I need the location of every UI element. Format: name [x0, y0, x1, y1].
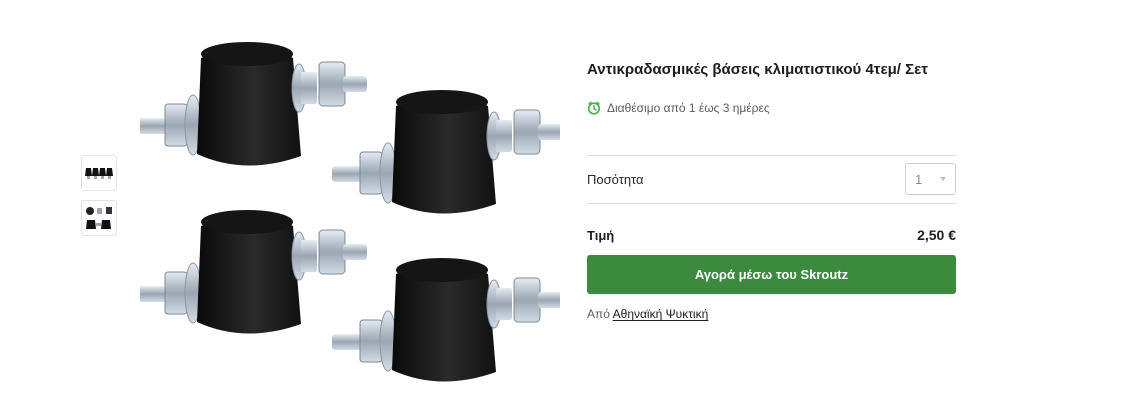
divider [587, 203, 956, 204]
thumbnail-four-mounts[interactable] [81, 155, 117, 191]
anti-vibration-mounts-image [136, 41, 563, 383]
seller-link[interactable]: Αθηναϊκή Ψυκτική [613, 307, 709, 321]
buy-via-skroutz-button[interactable]: Αγορά μέσω του Skroutz [587, 255, 956, 294]
product-main-image[interactable] [136, 28, 563, 390]
availability-status: Διαθέσιμο από 1 έως 3 ημέρες [587, 101, 770, 115]
product-title: Αντικραδασμικές βάσεις κλιματιστικού 4τε… [587, 61, 928, 78]
quantity-label: Ποσότητα [587, 172, 644, 187]
seller-info: Από Αθηναϊκή Ψυκτική [587, 307, 708, 321]
divider [587, 155, 956, 156]
price-label: Τιμή [587, 228, 615, 243]
availability-text: Διαθέσιμο από 1 έως 3 ημέρες [607, 101, 770, 115]
thumbnail-list [81, 155, 117, 236]
mount-parts-thumbnail-icon [86, 207, 112, 229]
price-value: 2,50 € [917, 227, 956, 243]
clock-icon [587, 101, 601, 115]
seller-prefix: Από [587, 307, 610, 321]
quantity-select[interactable]: 1 [905, 163, 956, 195]
quantity-value: 1 [915, 171, 923, 187]
thumbnail-mount-parts[interactable] [81, 200, 117, 236]
four-mounts-thumbnail-icon [85, 168, 113, 179]
chevron-down-icon [940, 177, 946, 181]
